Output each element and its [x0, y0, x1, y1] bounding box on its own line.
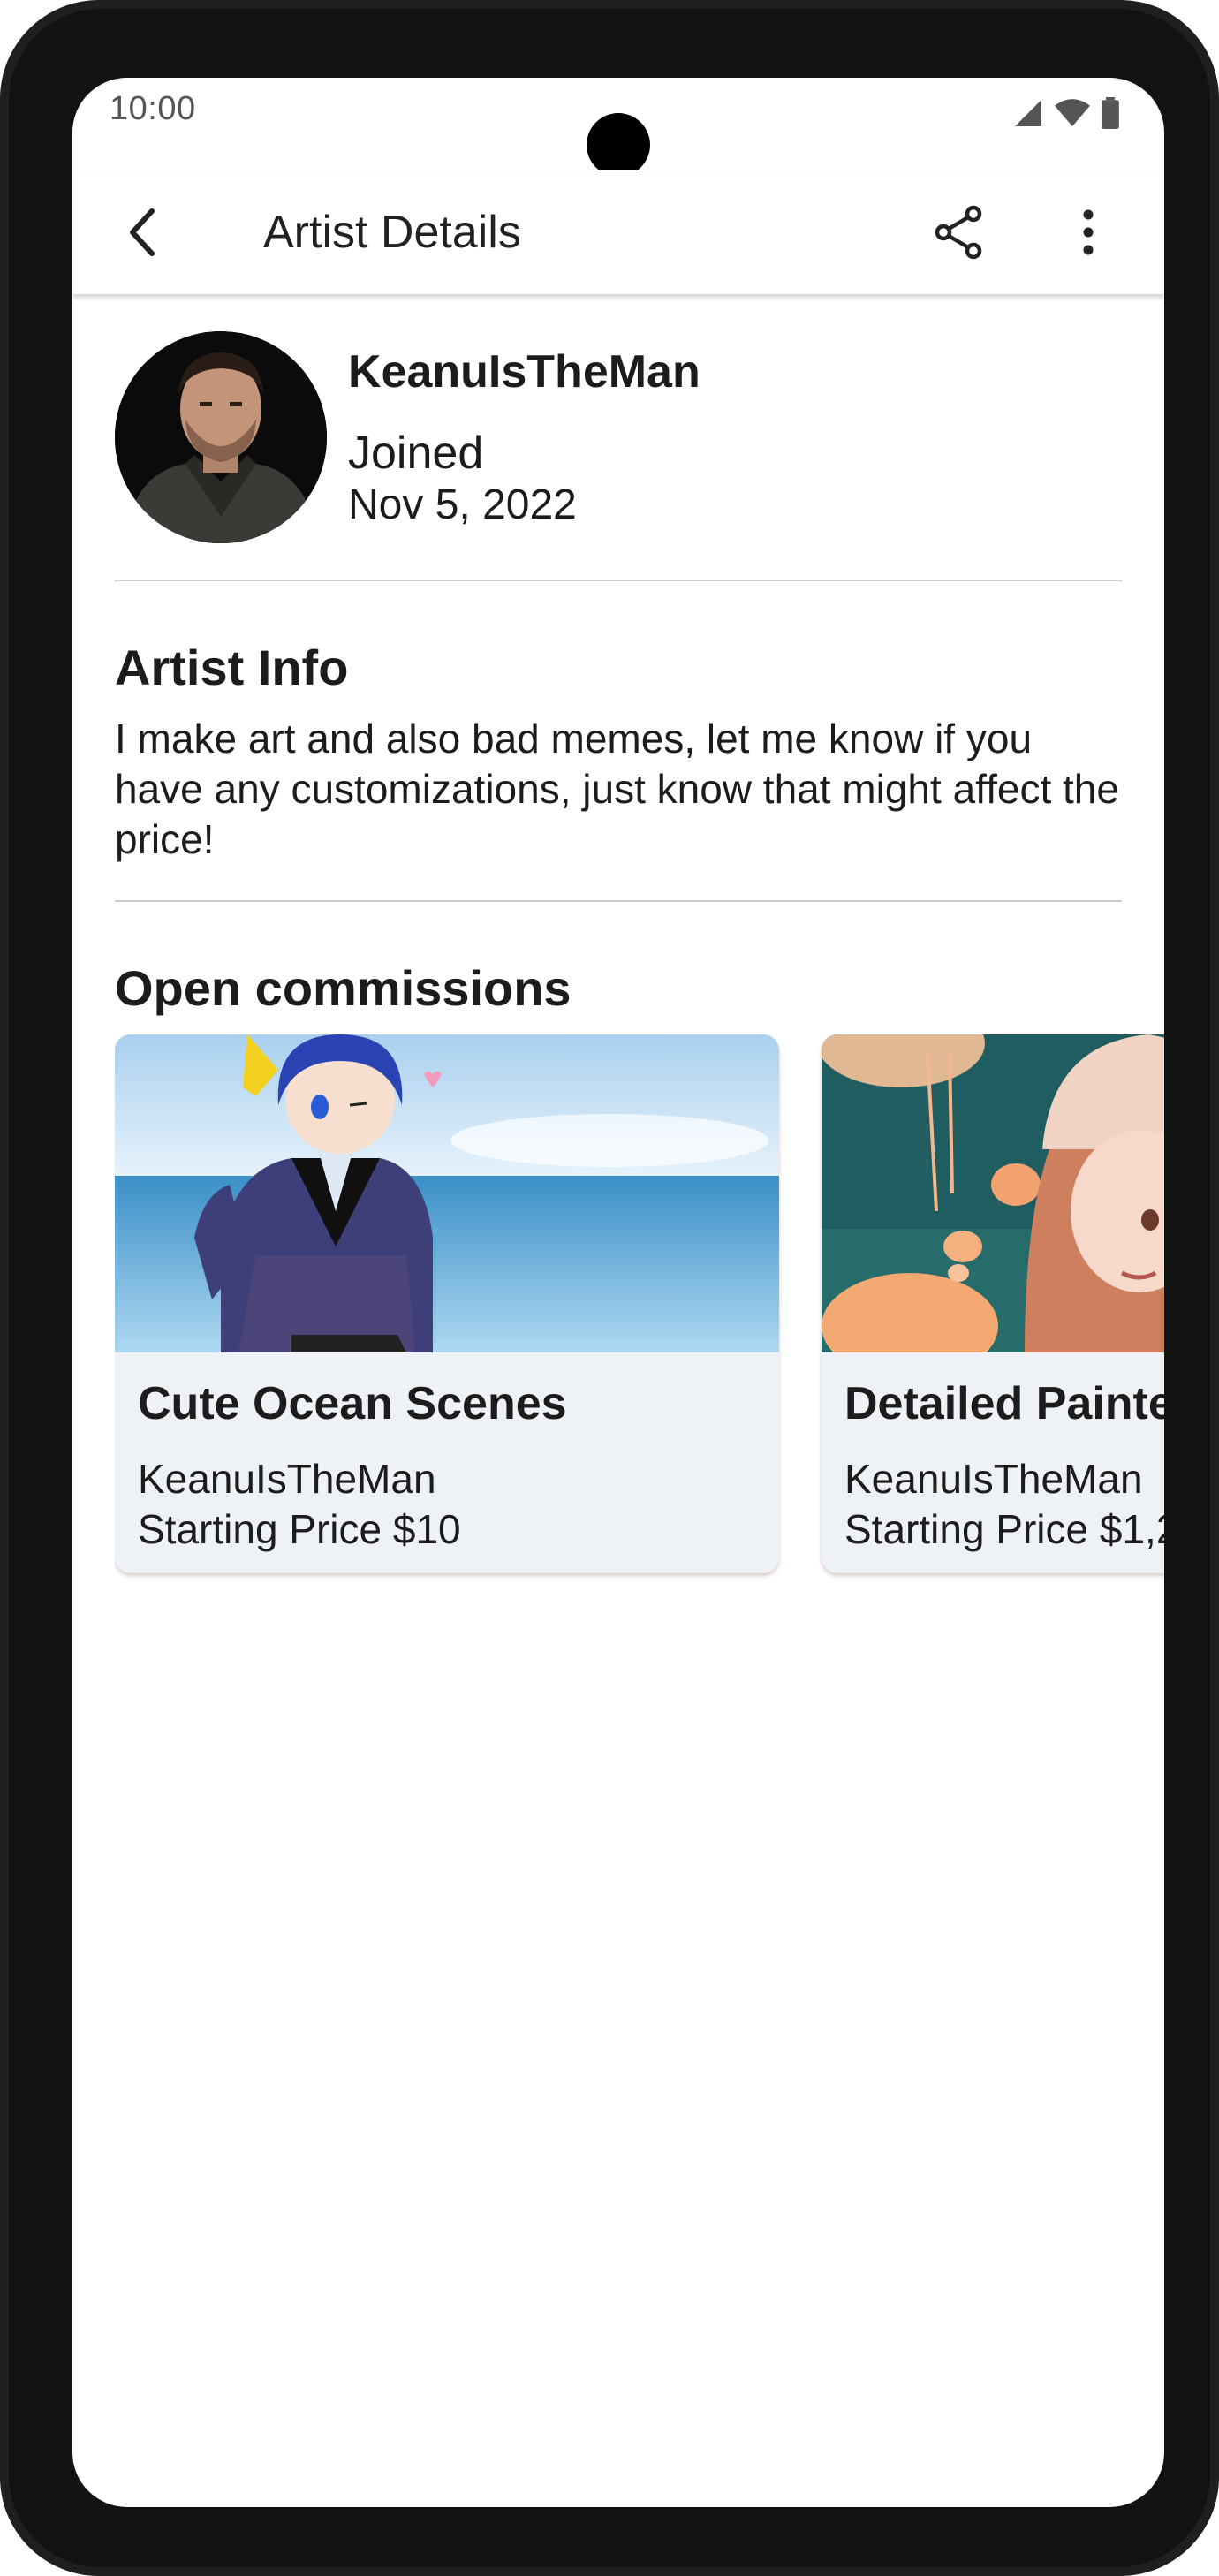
avatar-portrait [115, 331, 327, 543]
commission-image [822, 1034, 1164, 1352]
divider [115, 900, 1122, 902]
battery-icon [1102, 97, 1119, 129]
commission-artist: KeanuIsTheMan [138, 1456, 436, 1502]
phone-frame: 10:00 Artist Details KeanuIsTheMan Joine… [0, 0, 1219, 2576]
joined-label: Joined [348, 428, 484, 479]
commission-title: Cute Ocean Scenes [138, 1378, 567, 1429]
artist-avatar [115, 331, 327, 543]
open-commissions-heading: Open commissions [115, 960, 572, 1016]
commission-card[interactable]: Cute Ocean Scenes KeanuIsTheMan Starting… [115, 1034, 779, 1573]
commission-price: Starting Price $1,2 [844, 1506, 1164, 1552]
artist-name: KeanuIsTheMan [348, 346, 700, 398]
status-time: 10:00 [110, 90, 196, 127]
front-camera [587, 113, 650, 177]
more-vert-icon [1083, 209, 1094, 255]
joined-date: Nov 5, 2022 [348, 481, 577, 528]
commission-price: Starting Price $10 [138, 1506, 461, 1552]
page-title: Artist Details [263, 207, 521, 258]
commission-card[interactable]: Detailed Painted KeanuIsTheMan Starting … [822, 1034, 1164, 1573]
commission-image [115, 1034, 779, 1352]
back-arrow-icon [130, 208, 155, 256]
phone-bezel: 10:00 Artist Details KeanuIsTheMan Joine… [9, 9, 1210, 2567]
artist-info-heading: Artist Info [115, 640, 349, 695]
divider [115, 580, 1122, 581]
commission-title: Detailed Painted [844, 1378, 1164, 1429]
status-icons [1012, 97, 1120, 129]
signal-icon [1015, 100, 1041, 126]
more-options-button[interactable] [1055, 199, 1122, 266]
back-button[interactable] [108, 199, 175, 266]
top-app-bar: Artist Details [72, 170, 1164, 294]
commission-artist: KeanuIsTheMan [844, 1456, 1143, 1502]
status-bar: 10:00 [72, 78, 1164, 184]
wifi-icon [1055, 99, 1090, 126]
commissions-carousel[interactable]: Cute Ocean Scenes KeanuIsTheMan Starting… [115, 1034, 1164, 1582]
share-button[interactable] [926, 199, 993, 266]
share-icon [935, 205, 982, 260]
screen: 10:00 Artist Details KeanuIsTheMan Joine… [72, 78, 1164, 2507]
artist-info-text: I make art and also bad memes, let me kn… [115, 716, 1119, 862]
